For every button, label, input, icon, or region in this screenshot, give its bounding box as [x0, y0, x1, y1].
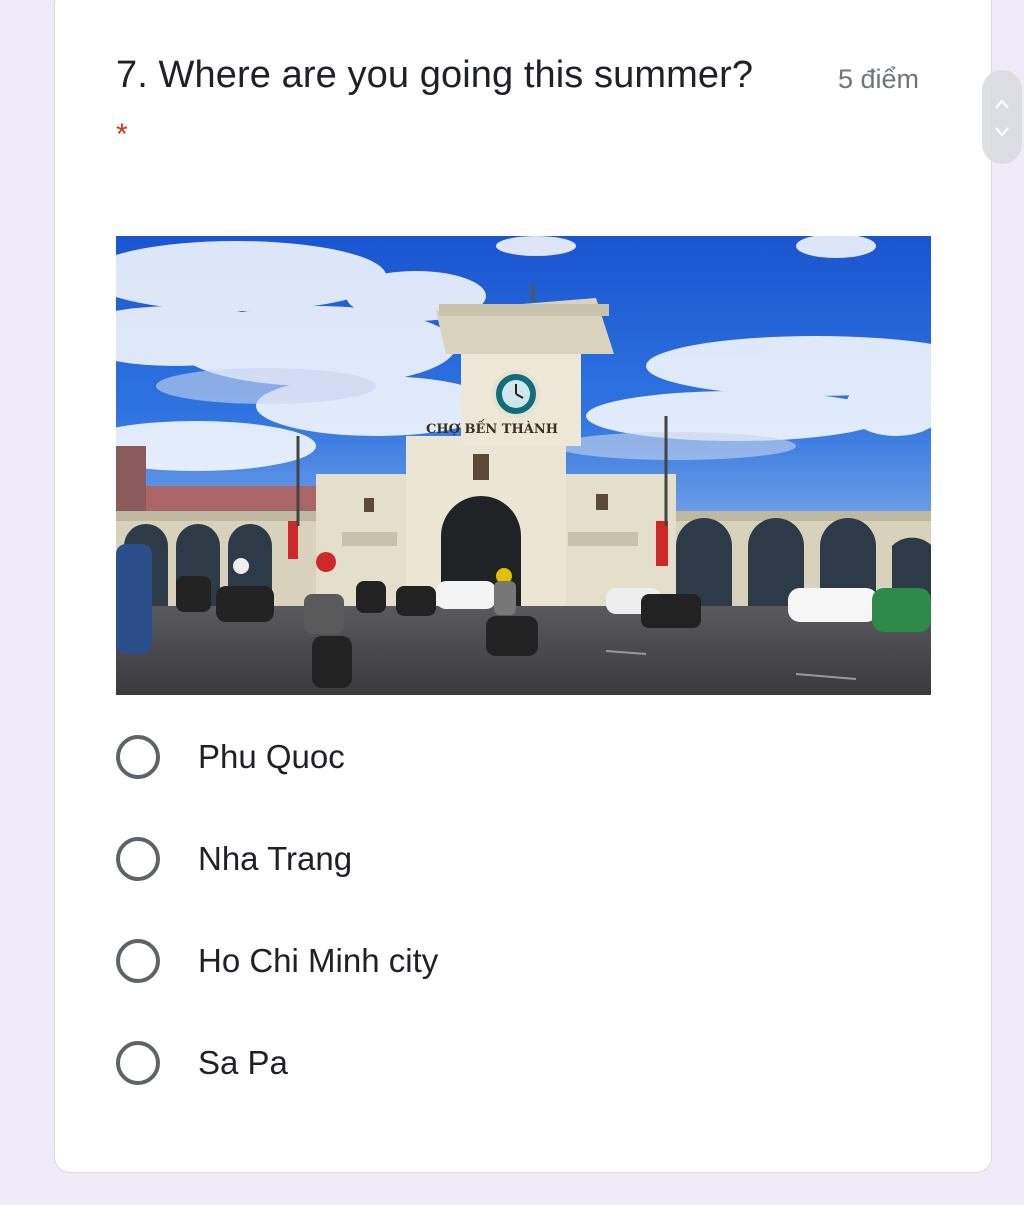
required-asterisk: *: [116, 118, 128, 151]
ben-thanh-market-photo: CHỢ BẾN THÀNH: [116, 236, 931, 695]
option-ho-chi-minh-city[interactable]: Ho Chi Minh city: [116, 935, 438, 987]
chevron-up-icon: [995, 99, 1009, 109]
chevron-down-icon: [995, 127, 1009, 137]
radio-button[interactable]: [116, 735, 160, 779]
market-sign-text: CHỢ BẾN THÀNH: [426, 419, 558, 437]
question-points: 5 điểm: [838, 64, 920, 94]
option-label: Phu Quoc: [198, 738, 345, 775]
option-label: Nha Trang: [198, 840, 353, 877]
radio-button[interactable]: [116, 1041, 160, 1085]
radio-button[interactable]: [116, 837, 160, 881]
option-nha-trang[interactable]: Nha Trang: [116, 833, 352, 885]
option-sa-pa[interactable]: Sa Pa: [116, 1037, 288, 1089]
radio-button[interactable]: [116, 939, 160, 983]
question-title: 7. Where are you going this summer?: [116, 54, 754, 96]
option-label: Ho Chi Minh city: [198, 942, 439, 979]
question-image: CHỢ BẾN THÀNH: [116, 236, 931, 695]
scroll-handle[interactable]: [982, 70, 1022, 164]
option-phu-quoc[interactable]: Phu Quoc: [116, 731, 345, 783]
option-label: Sa Pa: [198, 1044, 288, 1081]
